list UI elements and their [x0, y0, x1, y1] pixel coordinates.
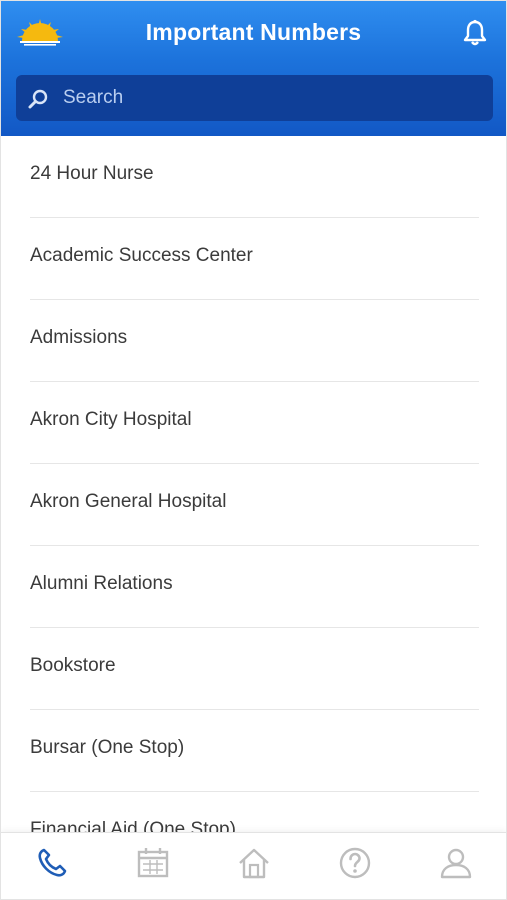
list-item[interactable]: Akron General Hospital — [1, 464, 506, 546]
list-item[interactable]: 24 Hour Nurse — [1, 136, 506, 218]
list-item[interactable]: Academic Success Center — [1, 218, 506, 300]
list-item-label: Alumni Relations — [30, 573, 173, 594]
list-item[interactable]: Financial Aid (One Stop) — [1, 792, 506, 832]
phone-icon — [37, 848, 66, 877]
tab-calendar[interactable] — [102, 833, 203, 899]
tab-phone[interactable] — [1, 833, 102, 899]
app-window: Important Numbers Search 24 Hour Nurse A… — [0, 0, 507, 900]
calendar-icon — [137, 848, 168, 878]
list-item-label: Akron City Hospital — [30, 409, 192, 430]
list-item-label: Bookstore — [30, 655, 116, 676]
list-item[interactable]: Bursar (One Stop) — [1, 710, 506, 792]
list-item-label: Bursar (One Stop) — [30, 737, 185, 758]
tab-home[interactable] — [203, 833, 304, 899]
bell-icon[interactable] — [462, 19, 488, 47]
list-item[interactable]: Bookstore — [1, 628, 506, 710]
list-item-label: Financial Aid (One Stop) — [30, 819, 236, 832]
header-bar: Important Numbers Search — [1, 1, 506, 136]
contacts-list: 24 Hour Nurse Academic Success Center Ad… — [1, 136, 506, 832]
search-input[interactable]: Search — [16, 75, 493, 121]
search-icon — [28, 89, 48, 109]
page-title: Important Numbers — [145, 19, 362, 45]
list-item-label: 24 Hour Nurse — [30, 163, 154, 184]
list-item[interactable]: Alumni Relations — [1, 546, 506, 628]
list-item-label: Academic Success Center — [30, 245, 253, 266]
tab-help[interactable] — [304, 833, 405, 899]
search-placeholder: Search — [63, 87, 124, 108]
list-item[interactable]: Admissions — [1, 300, 506, 382]
tab-profile[interactable] — [405, 833, 506, 899]
bottom-tab-bar — [1, 832, 506, 899]
home-icon — [238, 848, 269, 879]
list-item-label: Admissions — [30, 327, 128, 348]
profile-icon — [440, 848, 471, 879]
list-item[interactable]: Akron City Hospital — [1, 382, 506, 464]
list-item-label: Akron General Hospital — [30, 491, 227, 512]
help-icon — [339, 847, 370, 879]
